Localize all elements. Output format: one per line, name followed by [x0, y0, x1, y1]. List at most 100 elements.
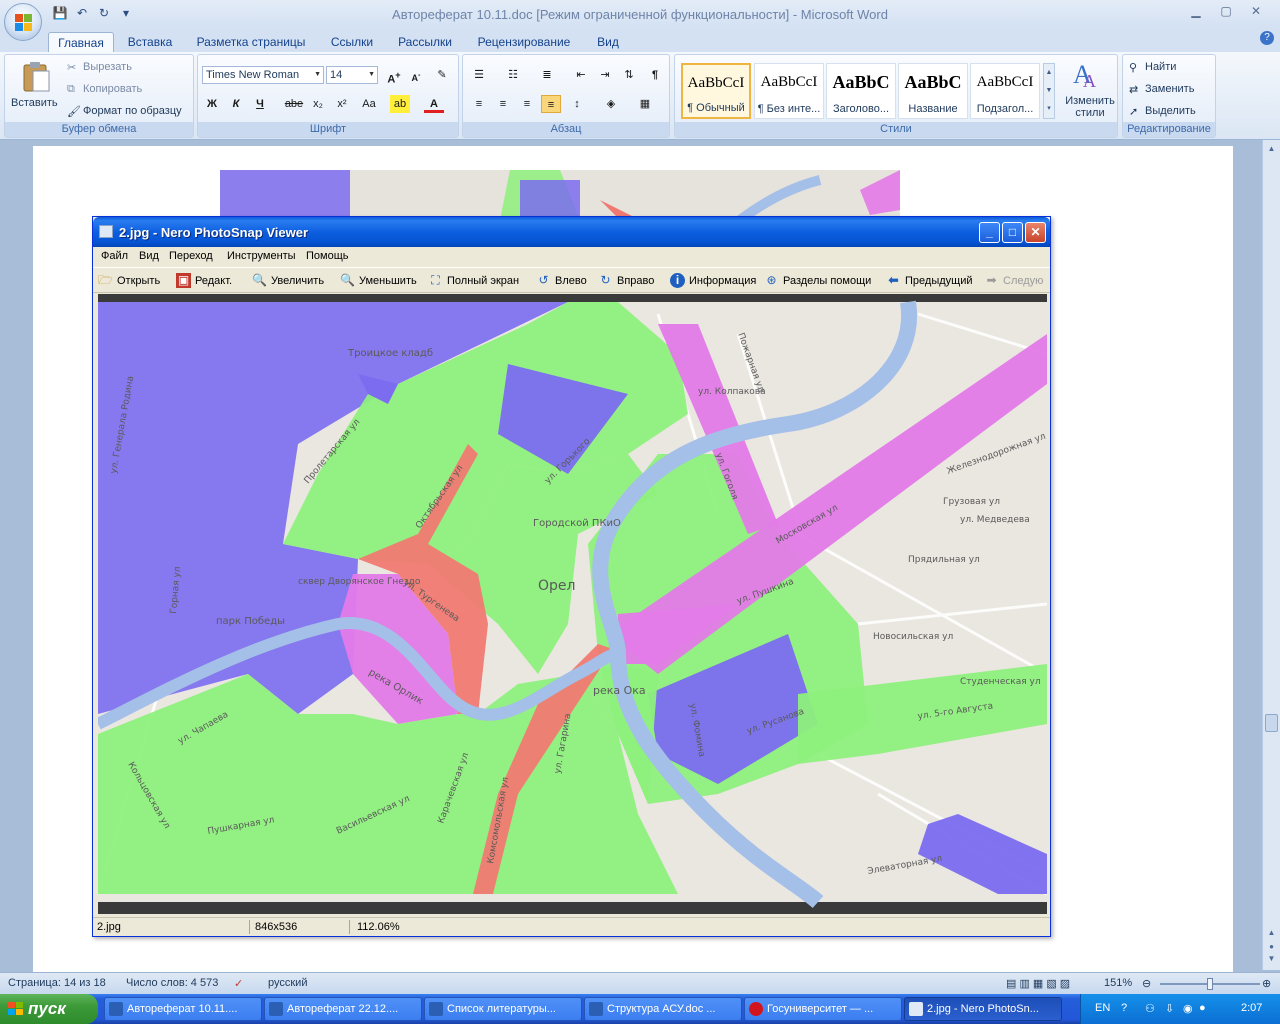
cut-button[interactable]: Вырезать: [83, 61, 132, 73]
tab-mailings[interactable]: Рассылки: [390, 32, 460, 52]
view-buttons[interactable]: ▤ ▥ ▦ ▧ ▨: [1006, 977, 1070, 990]
download-icon[interactable]: ⇩: [1165, 1002, 1174, 1015]
grow-font-button[interactable]: A+: [384, 66, 404, 86]
zoom-in-button[interactable]: 🔍 Увеличить: [251, 272, 324, 290]
find-button[interactable]: Найти: [1145, 61, 1176, 73]
align-left-icon[interactable]: ≡: [469, 95, 489, 113]
replace-button[interactable]: Заменить: [1145, 83, 1194, 95]
previous-page-icon[interactable]: ▲: [1265, 928, 1278, 940]
font-name-select[interactable]: Times New Roman ▼: [202, 66, 324, 84]
multilevel-list-icon[interactable]: ≣: [537, 66, 557, 84]
start-button[interactable]: пуск: [0, 994, 98, 1024]
style-no-spacing[interactable]: AaBbCcI ¶ Без инте...: [754, 63, 824, 119]
tab-review[interactable]: Рецензирование: [470, 32, 578, 52]
italic-button[interactable]: К: [226, 95, 246, 113]
align-center-icon[interactable]: ≡: [493, 95, 513, 113]
sort-icon[interactable]: ⇅: [619, 66, 639, 84]
tab-references[interactable]: Ссылки: [322, 32, 382, 52]
menu-help[interactable]: Помощь: [306, 250, 349, 262]
style-title[interactable]: AaBbC Название: [898, 63, 968, 119]
justify-icon[interactable]: ≡: [541, 95, 561, 113]
menu-file[interactable]: Файл: [101, 250, 128, 262]
status-page[interactable]: Страница: 14 из 18: [8, 977, 106, 989]
show-marks-icon[interactable]: ¶: [645, 66, 665, 84]
opera-tray-icon[interactable]: ●: [1199, 1002, 1206, 1014]
info-button[interactable]: i Информация: [669, 272, 756, 290]
shrink-font-button[interactable]: A-: [406, 66, 426, 84]
style-heading[interactable]: AaBbC Заголово...: [826, 63, 896, 119]
select-button[interactable]: Выделить: [1145, 105, 1196, 117]
zoom-in-icon[interactable]: ⊕: [1262, 977, 1271, 990]
language-indicator[interactable]: EN: [1095, 1002, 1110, 1014]
rotate-right-button[interactable]: ↻ Вправо: [597, 272, 654, 290]
style-subtitle[interactable]: AaBbCcI Подзагол...: [970, 63, 1040, 119]
previous-button[interactable]: ⬅ Предыдущий: [885, 272, 972, 290]
document-scrollbar[interactable]: ▲ ▲ ● ▼: [1262, 140, 1280, 970]
next-button[interactable]: ➡ Следую: [983, 272, 1043, 290]
taskbar-item-word-2[interactable]: Автореферат 22.12....: [264, 997, 422, 1021]
help-topics-button[interactable]: ⊛ Разделы помощи: [763, 272, 871, 290]
menu-go[interactable]: Переход: [169, 250, 213, 262]
zoom-out-icon[interactable]: ⊖: [1142, 977, 1151, 990]
tab-view[interactable]: Вид: [588, 32, 628, 52]
rotate-left-button[interactable]: ↺ Влево: [535, 272, 586, 290]
font-color-icon[interactable]: A: [424, 95, 444, 113]
underline-button[interactable]: Ч: [250, 95, 270, 113]
scroll-up-icon[interactable]: ▲: [1265, 144, 1278, 156]
viewer-minimize-icon[interactable]: _: [979, 222, 1000, 243]
proofing-icon[interactable]: ✓: [234, 977, 243, 990]
viewer-close-icon[interactable]: ✕: [1025, 222, 1046, 243]
copy-button[interactable]: Копировать: [83, 83, 142, 95]
taskbar-item-word-1[interactable]: Автореферат 10.11....: [104, 997, 262, 1021]
decrease-indent-icon[interactable]: ⇤: [571, 66, 591, 84]
change-case-button[interactable]: Aa: [356, 95, 382, 113]
superscript-button[interactable]: x²: [332, 95, 352, 113]
tray-app-icon[interactable]: ◉: [1183, 1002, 1193, 1015]
taskbar-item-word-3[interactable]: Список литературы...: [424, 997, 582, 1021]
numbering-icon[interactable]: ☷: [503, 66, 523, 84]
bullets-icon[interactable]: ☰: [469, 66, 489, 84]
taskbar-item-nero[interactable]: 2.jpg - Nero PhotoSn...: [904, 997, 1062, 1021]
format-painter-button[interactable]: Формат по образцу: [83, 105, 182, 117]
fullscreen-button[interactable]: ⛶ Полный экран: [427, 272, 519, 290]
menu-tools[interactable]: Инструменты: [227, 250, 296, 262]
font-size-select[interactable]: 14 ▼: [326, 66, 378, 84]
highlight-icon[interactable]: ab: [390, 95, 410, 113]
maximize-icon[interactable]: ▢: [1218, 4, 1234, 18]
menu-view[interactable]: Вид: [139, 250, 159, 262]
increase-indent-icon[interactable]: ⇥: [595, 66, 615, 84]
zoom-slider-knob[interactable]: [1207, 978, 1213, 990]
help-tray-icon[interactable]: ?: [1121, 1002, 1127, 1014]
tab-page-layout[interactable]: Разметка страницы: [190, 32, 312, 52]
change-styles-button[interactable]: A A Изменить стили: [1059, 59, 1117, 121]
zoom-out-button[interactable]: 🔍 Уменьшить: [339, 272, 417, 290]
subscript-button[interactable]: x₂: [308, 95, 328, 113]
status-language[interactable]: русский: [268, 977, 307, 989]
shading-icon[interactable]: ◈: [601, 95, 621, 113]
viewer-maximize-icon[interactable]: □: [1002, 222, 1023, 243]
edit-button[interactable]: ▣ Редакт.: [175, 272, 232, 290]
strikethrough-button[interactable]: abe: [284, 95, 304, 113]
style-normal[interactable]: AaBbCcI ¶ Обычный: [681, 63, 751, 119]
minimize-icon[interactable]: ▁: [1188, 4, 1204, 18]
next-page-icon[interactable]: ▼: [1265, 954, 1278, 966]
clear-formatting-icon[interactable]: ✎: [432, 66, 452, 84]
help-icon[interactable]: ?: [1260, 31, 1274, 45]
network-icon[interactable]: ⚇: [1145, 1002, 1155, 1015]
styles-scroll[interactable]: ▲ ▼ ▾: [1043, 63, 1055, 119]
close-icon[interactable]: ✕: [1248, 4, 1264, 18]
status-words[interactable]: Число слов: 4 573: [126, 977, 218, 989]
open-button[interactable]: 🗁 Открыть: [97, 272, 160, 290]
taskbar-item-opera[interactable]: Госуниверситет — ...: [744, 997, 902, 1021]
status-zoom-level[interactable]: 151%: [1104, 977, 1132, 989]
bold-button[interactable]: Ж: [202, 95, 222, 113]
map-image[interactable]: Орел река Ока река Орлик парк Победы Гор…: [98, 294, 1047, 914]
scroll-thumb[interactable]: [1265, 714, 1278, 732]
line-spacing-icon[interactable]: ↕: [567, 95, 587, 113]
taskbar-item-word-4[interactable]: Структура АСУ.doc ...: [584, 997, 742, 1021]
tab-home[interactable]: Главная: [48, 32, 114, 52]
align-right-icon[interactable]: ≡: [517, 95, 537, 113]
paste-button[interactable]: Вставить: [9, 59, 59, 119]
zoom-slider[interactable]: [1160, 978, 1260, 990]
browse-object-icon[interactable]: ●: [1265, 942, 1278, 954]
